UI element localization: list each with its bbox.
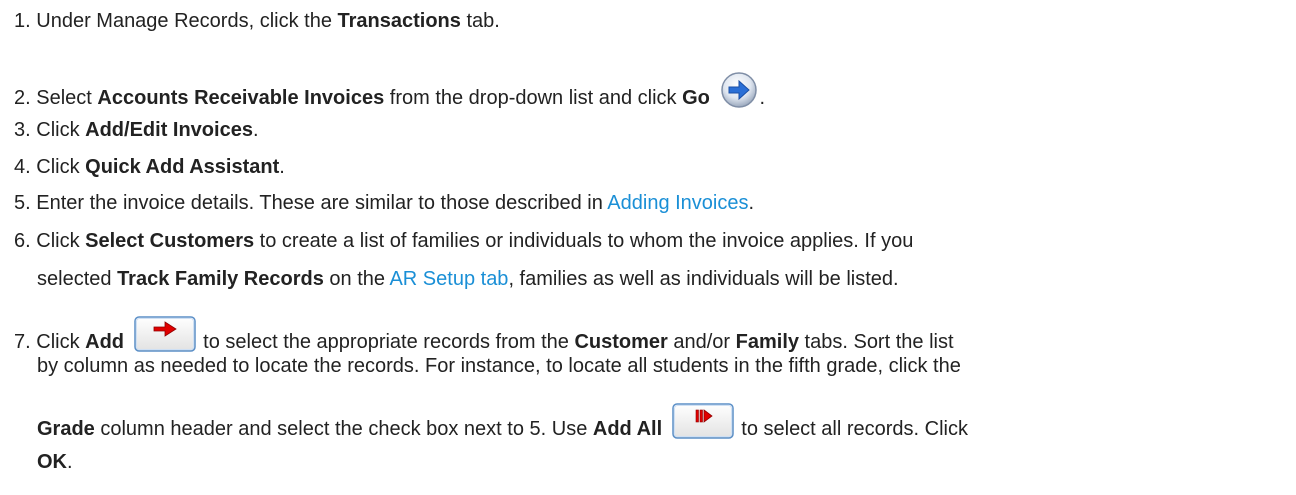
step-text: to select the appropriate records from t…	[197, 331, 575, 353]
step-text: selected	[37, 268, 118, 290]
step-number: 6.	[14, 230, 31, 252]
step-bold: Customer	[574, 331, 668, 353]
add-arrow-icon	[133, 316, 196, 352]
step-bold: Add All	[592, 418, 663, 440]
step-number: 7.	[14, 331, 31, 353]
step-text: Click	[36, 331, 86, 353]
step-3: 3. Click Add/Edit Invoices.	[14, 118, 259, 142]
step-text: and/or	[667, 331, 736, 353]
step-bold: Family	[735, 331, 799, 353]
step-bold: Accounts Receivable Invoices	[97, 87, 385, 109]
step-text: on the	[323, 268, 390, 290]
step-text: Enter the invoice details. These are sim…	[36, 192, 608, 214]
step-bold: Add	[85, 331, 125, 353]
step-text: , families as well as individuals will b…	[508, 268, 899, 290]
step-number: 2.	[14, 87, 31, 109]
go-arrow-icon	[719, 70, 759, 110]
step-6-continued: selected Track Family Records on the AR …	[37, 267, 899, 291]
add-all-arrow-icon	[671, 403, 734, 439]
step-bold: Grade	[37, 418, 95, 440]
step-number: 1.	[14, 10, 31, 32]
step-1: 1. Under Manage Records, click the Trans…	[14, 9, 500, 33]
step-7-continued: Grade column header and select the check…	[37, 403, 968, 440]
step-number: 4.	[14, 156, 31, 178]
step-text: Click	[36, 230, 86, 252]
ar-setup-tab-link[interactable]: AR Setup tab	[389, 268, 508, 290]
step-text: by column as needed to locate the record…	[37, 355, 961, 377]
step-4: 4. Click Quick Add Assistant.	[14, 155, 285, 179]
step-bold: Add/Edit Invoices	[85, 119, 253, 141]
step-6: 6. Click Select Customers to create a li…	[14, 229, 913, 253]
step-text: Under Manage Records, click the	[36, 10, 338, 32]
step-number: 5.	[14, 192, 31, 214]
step-bold: Select Customers	[85, 230, 255, 252]
step-7-continued: OK.	[37, 450, 73, 474]
step-7-continued: by column as needed to locate the record…	[37, 354, 961, 378]
step-text: tab.	[460, 10, 500, 32]
step-text: tabs. Sort the list	[799, 331, 954, 353]
step-text: Select	[36, 87, 98, 109]
step-bold: OK	[37, 451, 67, 473]
instructions-document: 1. Under Manage Records, click the Trans…	[0, 0, 1296, 495]
step-number: 3.	[14, 119, 31, 141]
step-text: to create a list of families or individu…	[254, 230, 914, 252]
step-bold: Transactions	[337, 10, 461, 32]
step-bold: Quick Add Assistant	[85, 156, 280, 178]
step-bold: Go	[682, 87, 710, 109]
step-5: 5. Enter the invoice details. These are …	[14, 191, 754, 215]
adding-invoices-link[interactable]: Adding Invoices	[607, 192, 748, 214]
step-text: Click	[36, 156, 86, 178]
step-text: column header and select the check box n…	[94, 418, 593, 440]
step-text: .	[748, 192, 755, 214]
step-bold: Track Family Records	[117, 268, 324, 290]
step-text: .	[67, 451, 73, 473]
step-text: from the drop-down list and click	[384, 87, 683, 109]
step-2: 2. Select Accounts Receivable Invoices f…	[14, 70, 765, 109]
step-text: .	[279, 156, 285, 178]
step-text: .	[759, 87, 766, 109]
step-7: 7. Click Add to select the appropriate r…	[14, 316, 954, 353]
step-text: .	[252, 119, 259, 141]
step-text: to select all records. Click	[735, 418, 968, 440]
step-text: Click	[36, 119, 86, 141]
